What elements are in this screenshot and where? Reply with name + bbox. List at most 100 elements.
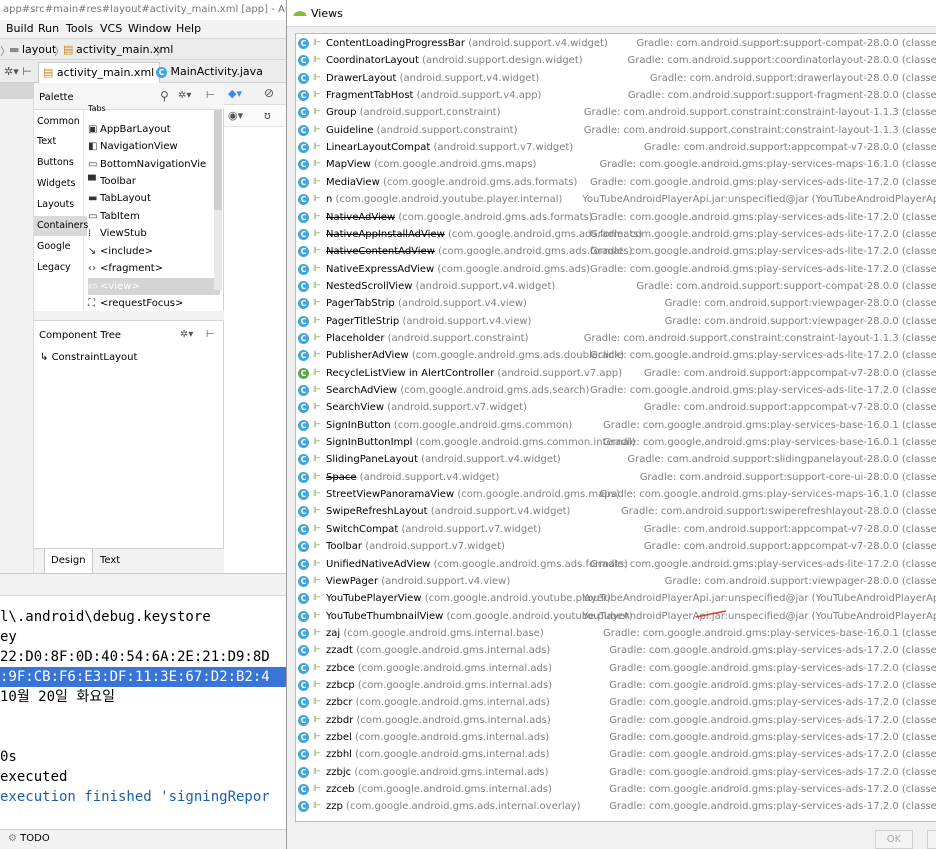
view-list-row[interactable]: C ⊩ StreetViewPanoramaView (com.google.and… — [296, 486, 936, 503]
menu-vcs[interactable]: VCS — [100, 22, 122, 35]
view-list-row[interactable]: C ⊩ NestedScrollView (android.support.v4.w… — [296, 278, 936, 295]
view-list-row[interactable]: C ⊩ zzbdr (com.google.android.gms.internal… — [296, 712, 936, 729]
view-list-row[interactable]: C ⊩ UnifiedNativeAdView (com.google.androi… — [296, 556, 936, 573]
row-label: zzbjc (com.google.android.gms.internal.a… — [326, 764, 549, 781]
palette-item-navigationview[interactable]: ◧ NavigationView — [88, 138, 178, 155]
view-list-row[interactable]: C ⊩ zzbcr (com.google.android.gms.internal… — [296, 694, 936, 711]
view-list-row[interactable]: C ⊩ Guideline (android.support.constraint)… — [296, 122, 936, 139]
view-list-row[interactable]: C ⊩ zzp (com.google.android.gms.ads.intern… — [296, 798, 936, 815]
menu-window[interactable]: Window — [128, 22, 171, 35]
view-list-row[interactable]: C ⊩ NativeAppInstallAdView (com.google.and… — [296, 226, 936, 243]
ok-button[interactable]: OK — [875, 830, 913, 849]
views-list[interactable]: C ⊩ ContentLoadingProgressBar (android.sup… — [295, 33, 936, 822]
view-list-row[interactable]: C ⊩ MapView (com.google.android.gms.maps) G… — [296, 156, 936, 173]
tab-activity-main[interactable]: ▤ activity_main.xml × — [38, 62, 160, 99]
view-list-row[interactable]: C ⊩ PublisherAdView (com.google.android.gm… — [296, 347, 936, 364]
palette-item-toolbar[interactable]: ▀ Toolbar — [88, 173, 136, 190]
category-buttons[interactable]: Buttons — [34, 153, 87, 173]
palette-scrollbar-thumb[interactable] — [214, 110, 222, 210]
view-list-row[interactable]: C ⊩ zzbce (com.google.android.gms.internal… — [296, 660, 936, 677]
view-list-row[interactable]: C ⊩ zzceb (com.google.android.gms.internal… — [296, 781, 936, 798]
view-list-row[interactable]: C ⊩ SignInButtonImpl (com.google.android.g… — [296, 434, 936, 451]
palette-item-view[interactable]: ▭ <view> — [88, 278, 220, 295]
menu-tools[interactable]: Tools — [66, 22, 93, 35]
gear-icon[interactable]: ✲▾ — [178, 90, 191, 101]
view-list-row[interactable]: C ⊩ CoordinatorLayout (android.support.des… — [296, 52, 936, 69]
view-list-row[interactable]: C ⊩ Toolbar (android.support.v7.widget) Gra… — [296, 538, 936, 555]
view-list-row[interactable]: C ⊩ SwitchCompat (android.support.v7.widge… — [296, 521, 936, 538]
view-list-row[interactable]: C ⊩ zzbel (com.google.android.gms.internal… — [296, 729, 936, 746]
view-list-row[interactable]: C ⊩ ViewPager (android.support.v4.view) Gra… — [296, 573, 936, 590]
view-list-row[interactable]: C ⊩ FragmentTabHost (android.support.v4.ap… — [296, 87, 936, 104]
view-list-row[interactable]: C ⊩ Space (android.support.v4.widget) Gradl… — [296, 469, 936, 486]
palette-item-viewstub[interactable]: ⁞ ViewStub — [88, 225, 147, 242]
palette-item-include[interactable]: ↘ <include> — [88, 243, 153, 260]
view-list-row[interactable]: C ⊩ n (com.google.android.youtube.player.i… — [296, 191, 936, 208]
row-package: (com.google.android.gms.internal.base) — [343, 627, 544, 639]
class-icon: C — [298, 385, 309, 396]
view-list-row[interactable]: C ⊩ DrawerLayout (android.support.v4.widge… — [296, 70, 936, 87]
view-list-row[interactable]: C ⊩ PagerTabStrip (android.support.v4.view… — [296, 295, 936, 312]
view-list-row[interactable]: C ⊩ YouTubePlayerView (com.google.android.… — [296, 590, 936, 607]
view-list-row[interactable]: C ⊩ LinearLayoutCompat (android.support.v7… — [296, 139, 936, 156]
design-canvas[interactable] — [224, 83, 287, 573]
eye-icon[interactable]: ◉▾ — [228, 109, 243, 122]
gear-icon[interactable]: ✲▾ — [180, 329, 193, 340]
todo-tool-button[interactable]: ⚙ TODO — [8, 830, 50, 848]
view-list-row[interactable]: C ⊩ zaj (com.google.android.gms.internal.b… — [296, 625, 936, 642]
orientation-icon[interactable]: ⊘ — [264, 86, 274, 100]
tree-node-constraintlayout[interactable]: ↳ ConstraintLayout — [40, 352, 137, 363]
palette-item-bottomnavigationview[interactable]: ▭ BottomNavigationVie — [88, 156, 206, 173]
palette-item-requestfocus[interactable]: ⛶ <requestFocus> — [88, 295, 183, 312]
view-list-row[interactable]: C ⊩ zzbjc (com.google.android.gms.internal… — [296, 764, 936, 781]
view-list-row[interactable]: C ⊩ SearchAdView (com.google.android.gms.a… — [296, 382, 936, 399]
view-list-row[interactable]: C ⊩ MediaView (com.google.android.gms.ads.… — [296, 174, 936, 191]
breadcrumb-layout[interactable]: layout — [22, 43, 56, 56]
view-list-row[interactable]: C ⊩ NativeAdView (com.google.android.gms.a… — [296, 209, 936, 226]
palette-item-appbarlayout[interactable]: ▣ AppBarLayout — [88, 121, 171, 138]
tab-text[interactable]: Text — [94, 549, 126, 573]
view-list-row[interactable]: C ⊩ NativeExpressAdView (com.google.androi… — [296, 261, 936, 278]
view-list-row[interactable]: C ⊩ PagerTitleStrip (android.support.v4.vi… — [296, 313, 936, 330]
category-layouts[interactable]: Layouts — [34, 195, 87, 215]
cancel-button[interactable] — [927, 830, 936, 849]
category-text[interactable]: Text — [34, 132, 87, 152]
view-list-row[interactable]: C ⊩ SlidingPaneLayout (android.support.v4.… — [296, 451, 936, 468]
view-list-row[interactable]: C ⊩ SwipeRefreshLayout (android.support.v4… — [296, 503, 936, 520]
menu-run[interactable]: Run — [38, 22, 59, 35]
magnet-icon[interactable]: ʊ — [264, 109, 271, 122]
search-icon[interactable]: ⚲ — [160, 89, 169, 103]
view-list-row[interactable]: C ⊩ Group (android.support.constraint) Grad… — [296, 104, 936, 121]
folder-icon: ▬ — [9, 43, 20, 56]
view-list-row[interactable]: C ⊩ RecycleListView in AlertController (an… — [296, 365, 936, 382]
hide-panel-icon[interactable]: ⊢ — [206, 90, 215, 101]
category-legacy[interactable]: Legacy — [34, 258, 87, 278]
view-list-row[interactable]: C ⊩ YouTubeThumbnailView (com.google.andro… — [296, 608, 936, 625]
view-list-row[interactable]: C ⊩ ContentLoadingProgressBar (android.sup… — [296, 35, 936, 52]
palette-item-tabs[interactable]: Tabs — [88, 105, 106, 113]
tab-design[interactable]: Design — [44, 549, 93, 574]
category-containers[interactable]: Containers — [34, 216, 88, 236]
layers-icon[interactable]: ◆▾ — [228, 87, 242, 100]
view-list-row[interactable]: C ⊩ SignInButton (com.google.android.gms.c… — [296, 417, 936, 434]
category-widgets[interactable]: Widgets — [34, 174, 87, 194]
view-list-row[interactable]: C ⊩ zzbcp (com.google.android.gms.internal… — [296, 677, 936, 694]
tab-main-activity[interactable]: C MainActivity.java × — [152, 62, 272, 98]
menu-build[interactable]: Build — [6, 22, 34, 35]
view-list-row[interactable]: C ⊩ zzbhl (com.google.android.gms.internal… — [296, 746, 936, 763]
hide-panel-icon[interactable]: ⊢ — [206, 329, 215, 340]
tool-strip-selected[interactable] — [0, 83, 34, 99]
settings-icon[interactable]: ✲▾ ⊢ — [0, 62, 36, 82]
row-source-library: Gradle: com.android.support:appcompat-v7… — [643, 523, 936, 535]
row-class-name: CoordinatorLayout — [326, 55, 419, 67]
view-list-row[interactable]: C ⊩ Placeholder (android.support.constrain… — [296, 330, 936, 347]
view-list-row[interactable]: C ⊩ NativeContentAdView (com.google.androi… — [296, 243, 936, 260]
category-common[interactable]: Common — [34, 112, 87, 132]
palette-item-tabitem[interactable]: ▭ TabItem — [88, 208, 140, 225]
palette-item-tablayout[interactable]: ▬ TabLayout — [88, 190, 151, 207]
category-google[interactable]: Google — [34, 237, 87, 257]
menu-help[interactable]: Help — [176, 22, 201, 35]
view-list-row[interactable]: C ⊩ SearchView (android.support.v7.widget)… — [296, 399, 936, 416]
palette-item-fragment[interactable]: ‹› <fragment> — [88, 260, 163, 277]
view-list-row[interactable]: C ⊩ zzadt (com.google.android.gms.internal… — [296, 642, 936, 659]
